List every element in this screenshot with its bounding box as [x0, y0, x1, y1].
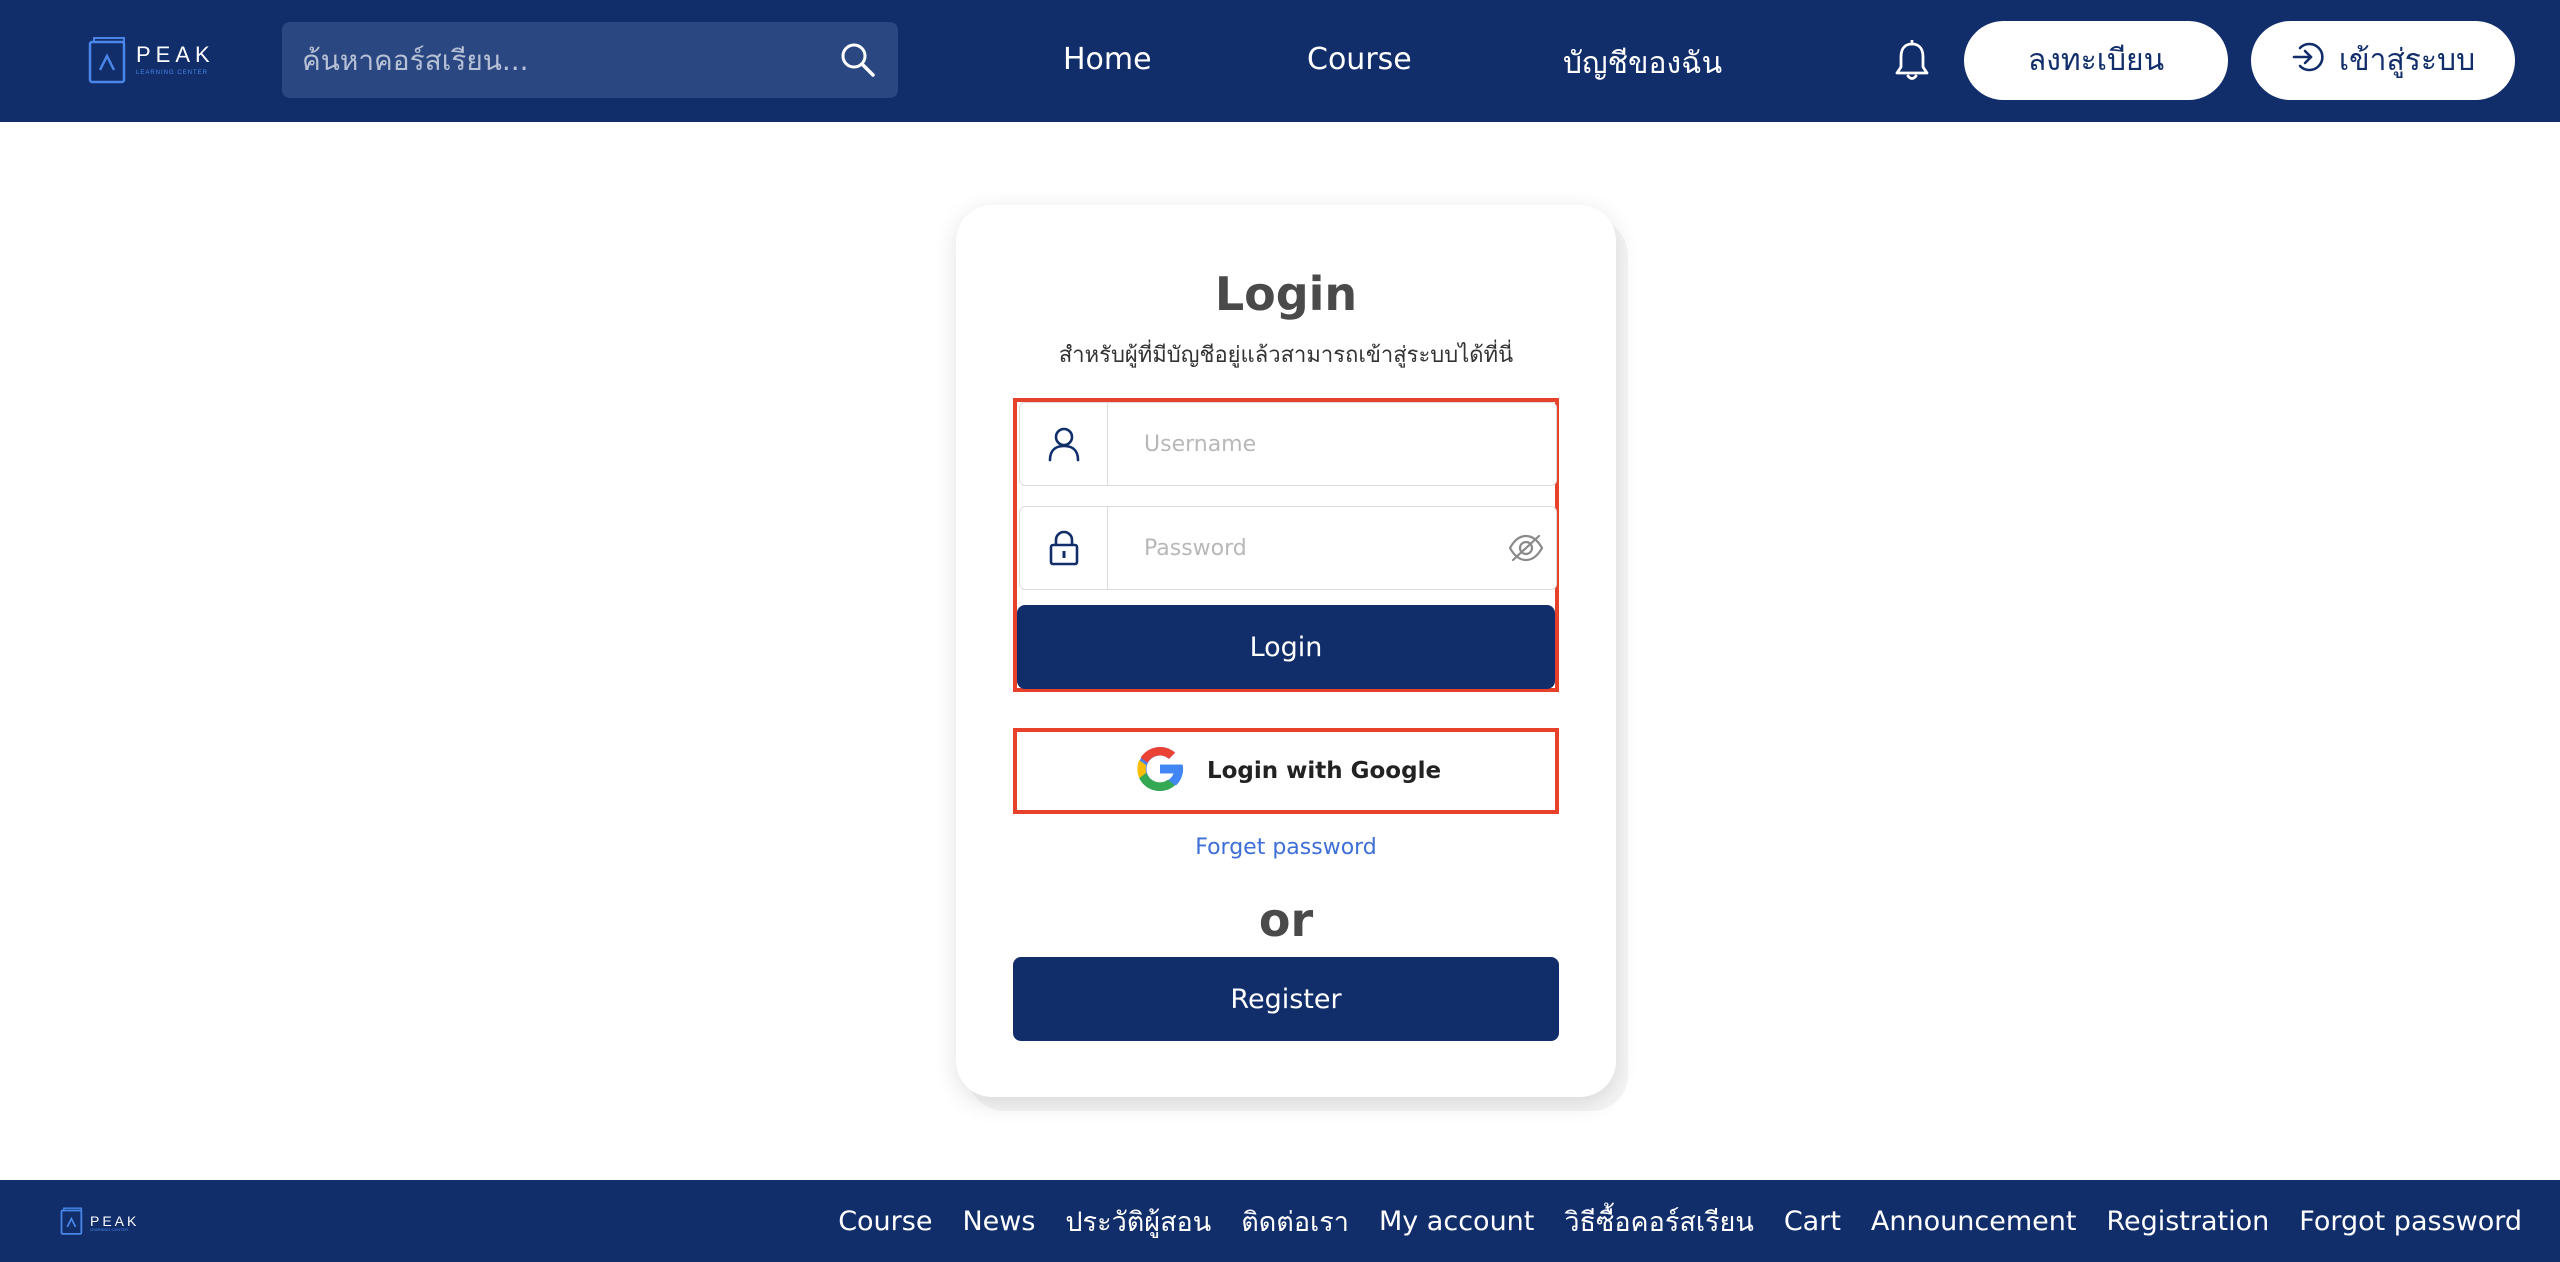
google-button-label: Login with Google — [1206, 758, 1442, 784]
username-field — [1019, 402, 1557, 486]
password-field — [1019, 506, 1557, 590]
nav-course[interactable]: Course — [1307, 42, 1412, 77]
book-logo-icon — [88, 36, 128, 84]
login-with-google-button[interactable]: Login with Google — [1013, 728, 1559, 814]
footer-link-forgot-password[interactable]: Forgot password — [2299, 1206, 2522, 1237]
search-icon[interactable] — [838, 40, 878, 80]
nav-my-account[interactable]: บัญชีของฉัน — [1563, 40, 1722, 87]
top-navbar: PEAK LEARNING CENTER Home Course บัญชีขอ… — [0, 0, 2560, 122]
sign-in-icon — [2291, 40, 2325, 82]
footer-link-contact[interactable]: ติดต่อเรา — [1241, 1200, 1349, 1243]
footer-link-registration[interactable]: Registration — [2106, 1206, 2269, 1237]
username-input[interactable] — [1108, 403, 1556, 485]
peak-logo[interactable]: PEAK LEARNING CENTER — [88, 35, 210, 85]
forget-password-link[interactable]: Forget password — [956, 835, 1616, 860]
footer-links: Course News ประวัติผู้สอน ติดต่อเรา My a… — [838, 1180, 2522, 1262]
logo-wordmark: PEAK — [136, 42, 215, 67]
logo-tagline: LEARNING CENTER — [136, 70, 209, 76]
footer-logo-wordmark: PEAK — [90, 1213, 140, 1229]
login-card: Login สำหรับผู้ที่มีบัญชีอยู่แล้วสามารถเ… — [956, 205, 1616, 1097]
login-subtitle: สำหรับผู้ที่มีบัญชีอยู่แล้วสามารถเข้าสู่… — [1058, 343, 1514, 368]
login-form-highlight: Login — [1013, 398, 1559, 692]
login-button[interactable]: Login — [1017, 605, 1555, 689]
footer-link-how-to-buy[interactable]: วิธีซื้อคอร์สเรียน — [1564, 1200, 1753, 1243]
nav-home[interactable]: Home — [1063, 42, 1152, 77]
or-divider: or — [1258, 893, 1314, 947]
footer-link-course[interactable]: Course — [838, 1206, 932, 1237]
header-login-button[interactable]: เข้าสู่ระบบ — [2251, 21, 2515, 100]
header-login-label: เข้าสู่ระบบ — [2338, 43, 2476, 78]
lock-icon — [1020, 507, 1108, 589]
user-icon — [1020, 403, 1108, 485]
header-register-button[interactable]: ลงทะเบียน — [1964, 21, 2228, 100]
footer-link-announcement[interactable]: Announcement — [1871, 1206, 2077, 1237]
login-title: Login — [1214, 267, 1358, 321]
register-button[interactable]: Register — [1013, 957, 1559, 1041]
footer-link-my-account[interactable]: My account — [1379, 1206, 1534, 1237]
google-icon — [1131, 740, 1189, 802]
search-input[interactable] — [302, 43, 838, 77]
password-input[interactable] — [1108, 507, 1496, 589]
footer-book-logo-icon — [60, 1207, 84, 1239]
bell-icon[interactable] — [1893, 39, 1931, 82]
eye-off-icon[interactable] — [1496, 507, 1556, 589]
footer: PEAK LEARNING CENTER Course News ประวัติ… — [0, 1180, 2560, 1262]
footer-logo[interactable]: PEAK LEARNING CENTER — [60, 1207, 139, 1239]
footer-link-instructor-history[interactable]: ประวัติผู้สอน — [1065, 1200, 1211, 1243]
footer-logo-tagline: LEARNING CENTER — [90, 1227, 129, 1232]
course-search-bar — [282, 22, 898, 98]
footer-link-news[interactable]: News — [962, 1206, 1035, 1237]
footer-link-cart[interactable]: Cart — [1784, 1206, 1841, 1237]
